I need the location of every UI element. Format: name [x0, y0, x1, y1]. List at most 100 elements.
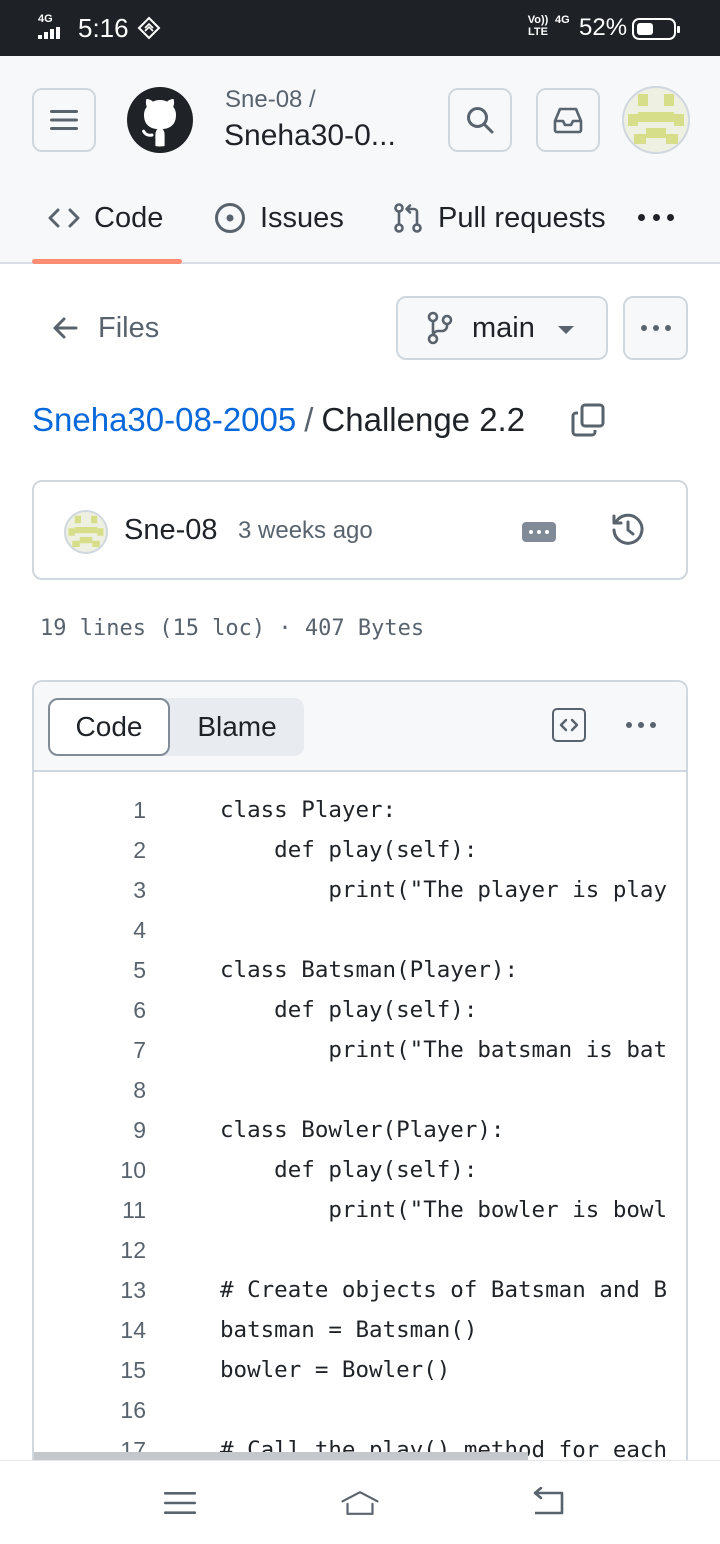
code-line: 10 def play(self): [34, 1150, 686, 1190]
line-number[interactable]: 11 [66, 1190, 146, 1230]
signal-icon [38, 27, 66, 39]
line-content: class Bowler(Player): [220, 1117, 505, 1143]
branch-selector[interactable]: main [396, 296, 608, 360]
line-number[interactable]: 14 [66, 1310, 146, 1350]
inbox-button[interactable] [536, 88, 600, 152]
line-number[interactable]: 8 [66, 1070, 146, 1110]
code-line: 12 [34, 1230, 686, 1270]
files-back-link[interactable]: Files [52, 306, 159, 350]
code-viewer: Code Blame 1 class Player: 2 def play(sel… [32, 680, 688, 1470]
more-tabs-button[interactable] [638, 202, 674, 232]
user-avatar[interactable] [622, 86, 690, 154]
code-line: 16 [34, 1390, 686, 1430]
blame-view-button[interactable]: Blame [170, 698, 304, 756]
menu-button[interactable] [32, 88, 96, 152]
active-tab-indicator [32, 259, 182, 264]
view-mode-toggle: Code Blame [48, 698, 304, 756]
line-content: def play(self): [220, 837, 478, 863]
repo-owner[interactable]: Sne-08 / [225, 86, 316, 114]
line-number[interactable]: 6 [66, 990, 146, 1030]
line-number[interactable]: 9 [66, 1110, 146, 1150]
line-content: def play(self): [220, 1157, 478, 1183]
issue-icon [215, 203, 245, 233]
data-saver-icon [137, 16, 161, 40]
back-button[interactable] [528, 1483, 568, 1523]
code-more-options-button[interactable] [626, 722, 656, 728]
code-lines: 1 class Player: 2 def play(self): 3 print… [34, 790, 686, 1470]
chevron-down-icon [558, 326, 574, 334]
app-header: Sne-08 / Sneha30-0... Code Issues Pull r… [0, 56, 720, 264]
line-number[interactable]: 7 [66, 1030, 146, 1070]
horizontal-scrollbar[interactable] [34, 1452, 528, 1460]
home-button[interactable] [340, 1483, 380, 1523]
line-number[interactable]: 13 [66, 1270, 146, 1310]
line-number[interactable]: 12 [66, 1230, 146, 1270]
identicon-icon [628, 94, 684, 144]
line-number[interactable]: 10 [66, 1150, 146, 1190]
line-content: print("The batsman is bat [220, 1037, 668, 1063]
code-line: 2 def play(self): [34, 830, 686, 870]
code-line: 5 class Batsman(Player): [34, 950, 686, 990]
commit-author[interactable]: Sne-08 [124, 512, 218, 548]
tab-pull-requests-label: Pull requests [438, 201, 606, 234]
repo-name[interactable]: Sneha30-0... [224, 118, 396, 154]
code-line: 7 print("The batsman is bat [34, 1030, 686, 1070]
line-content: # Create objects of Batsman and B [220, 1277, 668, 1303]
file-more-options-button[interactable] [623, 296, 688, 360]
line-number[interactable]: 5 [66, 950, 146, 990]
line-number[interactable]: 2 [66, 830, 146, 870]
line-number[interactable]: 1 [66, 790, 146, 830]
network-type: 4G [38, 13, 53, 25]
status-bar: 4G 5:16 Vo)) LTE 4G 52% [0, 0, 720, 56]
line-content: class Player: [220, 797, 397, 823]
battery-percent: 52% [579, 14, 628, 41]
raw-view-button[interactable] [552, 708, 586, 742]
tab-code-label: Code [94, 201, 164, 234]
recents-icon [164, 1492, 196, 1514]
menu-icon [50, 110, 78, 130]
line-number[interactable]: 4 [66, 910, 146, 950]
tab-issues[interactable]: Issues [214, 192, 344, 244]
commit-message-toggle[interactable] [522, 522, 556, 542]
home-icon [341, 1491, 379, 1515]
search-icon [467, 107, 494, 134]
commit-author-avatar[interactable] [64, 510, 108, 554]
recents-button[interactable] [160, 1483, 200, 1523]
breadcrumb-repo-link[interactable]: Sneha30-08-2005 [32, 401, 296, 439]
github-logo[interactable] [126, 86, 194, 154]
code-line: 4 [34, 910, 686, 950]
files-back-label: Files [98, 311, 160, 344]
code-line: 13 # Create objects of Batsman and B [34, 1270, 686, 1310]
volte-indicator: Vo)) LTE [527, 14, 549, 38]
code-line: 6 def play(self): [34, 990, 686, 1030]
code-square-icon [559, 718, 579, 732]
code-icon [48, 208, 80, 228]
breadcrumb-separator: / [304, 401, 314, 438]
code-line: 11 print("The bowler is bowl [34, 1190, 686, 1230]
code-view-button[interactable]: Code [48, 698, 170, 756]
line-number[interactable]: 16 [66, 1390, 146, 1430]
tab-code[interactable]: Code [48, 192, 163, 244]
back-icon [533, 1487, 564, 1515]
code-line: 3 print("The player is play [34, 870, 686, 910]
code-line: 14 batsman = Batsman() [34, 1310, 686, 1350]
search-button[interactable] [448, 88, 512, 152]
inbox-icon [553, 107, 583, 134]
battery-icon [632, 18, 680, 40]
line-number[interactable]: 3 [66, 870, 146, 910]
branch-icon [427, 311, 453, 345]
copy-path-icon[interactable] [570, 402, 606, 438]
code-line: 8 [34, 1070, 686, 1110]
clock: 5:16 [78, 13, 129, 43]
arrow-left-icon [53, 317, 78, 339]
commit-time: 3 weeks ago [238, 517, 373, 544]
line-content: bowler = Bowler() [220, 1357, 451, 1383]
history-icon[interactable] [610, 512, 646, 548]
tab-pull-requests[interactable]: Pull requests [392, 192, 606, 244]
line-content: class Batsman(Player): [220, 957, 519, 983]
line-number[interactable]: 15 [66, 1350, 146, 1390]
branch-name: main [472, 311, 535, 344]
code-line: 1 class Player: [34, 790, 686, 830]
network-type-2: 4G [555, 14, 570, 26]
system-nav-bar [0, 1460, 720, 1544]
